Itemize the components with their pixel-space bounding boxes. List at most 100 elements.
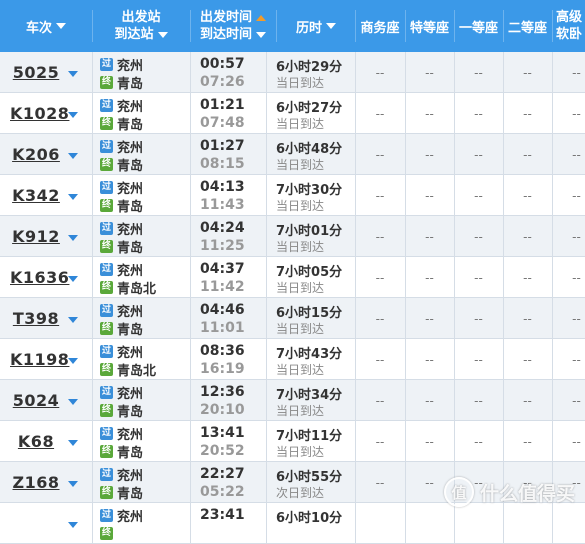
- train-cell[interactable]: K1028: [0, 93, 92, 134]
- seat-cell: --: [425, 188, 434, 203]
- chevron-down-icon[interactable]: [68, 522, 78, 528]
- chevron-down-icon[interactable]: [68, 71, 78, 77]
- cell-divider: [190, 421, 191, 462]
- train-number[interactable]: 5025: [10, 63, 62, 82]
- train-number[interactable]: K912: [10, 227, 62, 246]
- table-row[interactable]: 过兖州终 23:41 6小时10分: [0, 503, 585, 544]
- table-row[interactable]: K68 过兖州终青岛 13:41 20:52 7小时11分 当日到达 -- -- -- -- --: [0, 421, 585, 462]
- stations-cell: 过兖州终青岛: [100, 421, 190, 462]
- train-number[interactable]: K1636: [10, 268, 69, 287]
- train-number[interactable]: K1198: [10, 350, 69, 369]
- duration: 6小时10分: [276, 511, 343, 526]
- seat-cell: --: [572, 393, 581, 408]
- train-number[interactable]: K342: [10, 186, 62, 205]
- train-cell[interactable]: K1198: [0, 339, 92, 380]
- terminal-station-icon: 终: [100, 485, 113, 499]
- table-row[interactable]: K1198 过兖州终青岛北 08:36 16:19 7小时43分 当日到达 -- -- -- --…: [0, 339, 585, 380]
- train-number[interactable]: K206: [10, 145, 62, 164]
- chevron-down-icon[interactable]: [68, 112, 78, 118]
- chevron-down-icon[interactable]: [157, 31, 168, 38]
- stations-cell: 过兖州终青岛: [100, 52, 190, 93]
- cell-divider: [190, 52, 191, 93]
- times-cell: 08:36 16:19: [200, 339, 265, 380]
- chevron-down-icon[interactable]: [68, 194, 78, 200]
- train-number[interactable]: K68: [10, 432, 62, 451]
- chevron-down-icon[interactable]: [68, 317, 78, 323]
- depart-time: 12:36: [200, 384, 245, 400]
- train-cell[interactable]: K912: [0, 216, 92, 257]
- chevron-down-icon[interactable]: [68, 235, 78, 241]
- train-cell[interactable]: K68: [0, 421, 92, 462]
- header-train-label: 车次: [25, 20, 52, 36]
- table-row[interactable]: K1636 过兖州终青岛北 04:37 11:42 7小时05分 当日到达 -- -- -- --…: [0, 257, 585, 298]
- train-cell[interactable]: K206: [0, 134, 92, 175]
- chevron-down-icon[interactable]: [68, 440, 78, 446]
- arrive-station-name: 青岛: [117, 117, 144, 133]
- table-row[interactable]: K342 过兖州终青岛 04:13 11:43 7小时30分 当日到达 -- -- -- -- --: [0, 175, 585, 216]
- table-row[interactable]: 5024 过兖州终青岛 12:36 20:10 7小时34分 当日到达 -- -- -- -- --: [0, 380, 585, 421]
- seat-cell: --: [474, 393, 483, 408]
- train-cell[interactable]: 5024: [0, 380, 92, 421]
- depart-station: 过兖州: [100, 506, 143, 525]
- cell-divider: [266, 52, 267, 93]
- header-times[interactable]: 出发时间 到达时间: [192, 0, 274, 52]
- train-number[interactable]: 5024: [10, 391, 62, 410]
- train-number[interactable]: Z168: [10, 473, 62, 492]
- table-row[interactable]: 5025 过兖州终青岛 00:57 07:26 6小时29分 当日到达 -- -- -- -- --: [0, 52, 585, 93]
- terminal-station-icon: 终: [100, 280, 113, 294]
- depart-station: 过兖州: [100, 260, 143, 279]
- times-cell: 23:41: [200, 503, 265, 544]
- header-stations[interactable]: 出发站 到达站: [96, 0, 186, 52]
- train-number[interactable]: K1028: [10, 104, 69, 123]
- chevron-down-icon[interactable]: [68, 358, 78, 364]
- depart-time: 04:24: [200, 220, 245, 236]
- seat-cell: --: [425, 352, 434, 367]
- table-row[interactable]: K1028 过兖州终青岛 01:21 07:48 6小时27分 当日到达 -- -- -- -- -…: [0, 93, 585, 134]
- train-cell[interactable]: K342: [0, 175, 92, 216]
- chevron-down-icon[interactable]: [68, 276, 78, 282]
- header-train[interactable]: 车次: [0, 0, 92, 52]
- duration: 6小时29分: [276, 60, 343, 75]
- seat-cell: --: [425, 229, 434, 244]
- sort-ascending-icon[interactable]: [256, 14, 266, 21]
- cell-divider: [92, 339, 93, 380]
- depart-station-name: 兖州: [117, 99, 144, 115]
- chevron-down-icon[interactable]: [256, 31, 266, 38]
- train-cell[interactable]: 5025: [0, 52, 92, 93]
- arrival-day: 当日到达: [276, 76, 325, 90]
- table-row[interactable]: K912 过兖州终青岛 04:24 11:25 7小时01分 当日到达 -- -- -- -- --: [0, 216, 585, 257]
- arrive-station: 终青岛: [100, 155, 143, 174]
- table-row[interactable]: K206 过兖州终青岛 01:27 08:15 6小时48分 当日到达 -- -- -- -- --: [0, 134, 585, 175]
- seat-cell: --: [572, 188, 581, 203]
- cell-divider: [92, 93, 93, 134]
- header-duration[interactable]: 历时: [278, 0, 354, 52]
- chevron-down-icon[interactable]: [326, 23, 336, 29]
- chevron-down-icon[interactable]: [68, 399, 78, 405]
- depart-time: 01:27: [200, 138, 245, 154]
- arrive-station-name: 青岛北: [117, 281, 157, 297]
- depart-station: 过兖州: [100, 137, 143, 156]
- chevron-down-icon[interactable]: [68, 153, 78, 159]
- train-cell[interactable]: T398: [0, 298, 92, 339]
- chevron-down-icon[interactable]: [56, 23, 66, 29]
- times-cell: 04:13 11:43: [200, 175, 265, 216]
- duration-cell: 6小时10分: [276, 503, 356, 544]
- train-number[interactable]: T398: [10, 309, 62, 328]
- train-cell[interactable]: K1636: [0, 257, 92, 298]
- terminal-station-icon: 终: [100, 321, 113, 335]
- cell-divider: [266, 503, 267, 544]
- seat-cell: --: [572, 352, 581, 367]
- header-divider: [92, 10, 93, 42]
- seat-cell: --: [425, 434, 434, 449]
- train-cell[interactable]: [0, 503, 92, 544]
- stations-cell: 过兖州终青岛: [100, 175, 190, 216]
- seat-cell: --: [474, 106, 483, 121]
- table-row[interactable]: T398 过兖州终青岛 04:46 11:01 6小时15分 当日到达 -- -- -- -- --: [0, 298, 585, 339]
- cell-divider: [92, 216, 93, 257]
- train-cell[interactable]: Z168: [0, 462, 92, 503]
- header-divider: [552, 10, 553, 42]
- chevron-down-icon[interactable]: [68, 481, 78, 487]
- depart-station: 过兖州: [100, 424, 143, 443]
- arrive-station: 终青岛北: [100, 360, 156, 379]
- seat-cell: --: [572, 65, 581, 80]
